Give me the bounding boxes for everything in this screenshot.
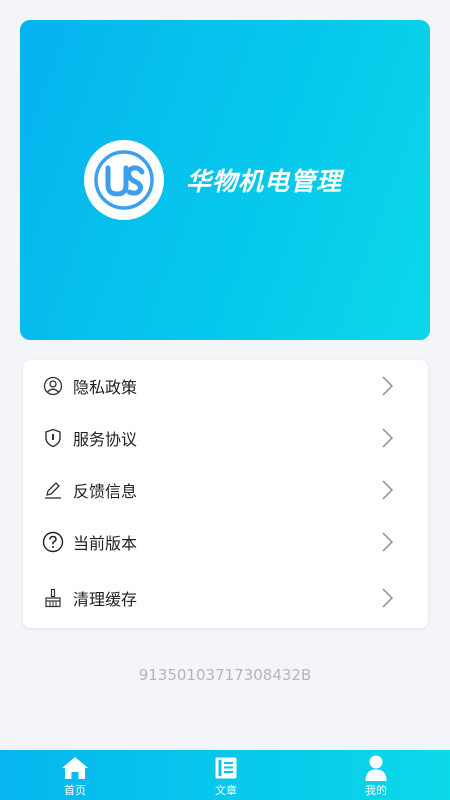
chevron-right-icon	[382, 532, 393, 552]
app-title: 华物机电管理	[185, 167, 342, 196]
chevron-right-icon	[382, 588, 393, 608]
menu-item-feedback[interactable]: 反馈信息	[23, 470, 428, 510]
bottom-tab-bar: 首页 文章 我的	[0, 750, 450, 800]
broom-icon	[42, 587, 64, 609]
chevron-right-icon	[382, 428, 393, 448]
menu-item-label: 清理缓存	[73, 590, 138, 609]
user-circle-icon	[42, 375, 64, 397]
tab-profile[interactable]: 我的	[336, 750, 416, 800]
article-icon	[214, 755, 238, 781]
hw-logo-icon	[83, 140, 164, 220]
tab-label: 首页	[64, 784, 86, 797]
edit-icon	[42, 479, 64, 501]
tab-label: 我的	[365, 784, 387, 797]
header-banner: 华物机电管理	[20, 20, 430, 340]
menu-item-clear-cache[interactable]: 清理缓存	[23, 578, 428, 618]
question-circle-icon	[42, 531, 64, 553]
tab-articles[interactable]: 文章	[186, 750, 266, 800]
menu-item-service-agreement[interactable]: 服务协议	[23, 418, 428, 458]
home-icon	[61, 755, 89, 781]
menu-item-label: 隐私政策	[73, 378, 138, 397]
menu-item-label: 反馈信息	[73, 482, 138, 501]
tab-home[interactable]: 首页	[35, 750, 115, 800]
person-icon	[365, 755, 387, 781]
chevron-right-icon	[382, 480, 393, 500]
shield-icon	[42, 427, 64, 449]
menu-item-current-version[interactable]: 当前版本	[23, 522, 428, 562]
menu-item-label: 服务协议	[73, 430, 138, 449]
menu-item-label: 当前版本	[73, 534, 138, 553]
registration-code: 91350103717308432B	[138, 666, 312, 684]
chevron-right-icon	[382, 376, 393, 396]
menu-item-privacy-policy[interactable]: 隐私政策	[23, 366, 428, 406]
settings-menu: 隐私政策 服务协议 反馈信息 当前版本 清理缓存	[23, 360, 428, 628]
tab-label: 文章	[215, 784, 237, 797]
